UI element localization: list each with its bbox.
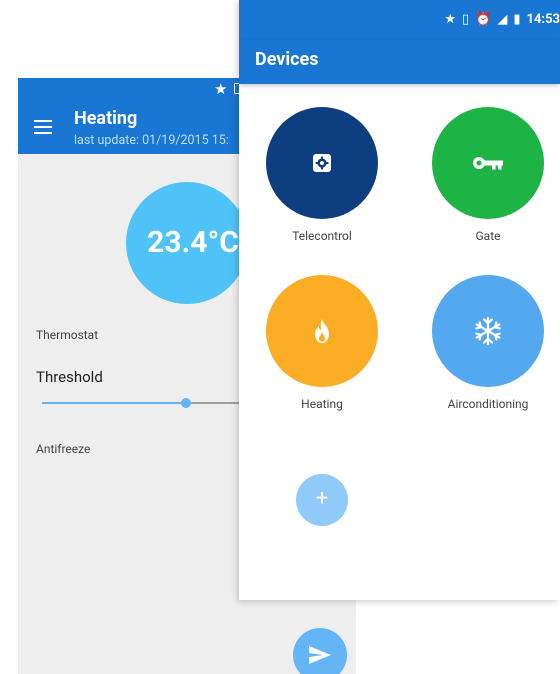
temperature-value: 23.4°C — [147, 225, 239, 260]
slider-thumb[interactable] — [181, 398, 191, 408]
key-icon — [473, 157, 503, 170]
star-icon: ★ — [214, 80, 228, 98]
flame-icon — [315, 319, 329, 343]
status-bar: ★ ▯ ⏰ ◢ ▮ 14:53 — [239, 0, 560, 40]
device-circle — [432, 275, 544, 387]
device-label: Heating — [301, 397, 343, 411]
thermostat-label: Thermostat — [36, 328, 99, 342]
page-title: Heating — [74, 108, 138, 129]
last-update-text: last update: 01/19/2015 15: — [74, 133, 229, 148]
device-circle — [432, 107, 544, 219]
slider-fill — [42, 402, 186, 404]
alarm-icon: ⏰ — [475, 12, 492, 27]
antifreeze-label: Antifreeze — [36, 442, 91, 456]
add-device-button[interactable]: + — [296, 474, 348, 526]
devices-screen: ★ ▯ ⏰ ◢ ▮ 14:53 Devices Telecontrol Gate… — [239, 0, 560, 600]
app-bar: Devices — [239, 40, 560, 84]
device-tile-telecontrol[interactable]: Telecontrol — [266, 107, 378, 243]
vibrate-icon: ▯ — [462, 12, 470, 27]
device-label: Airconditioning — [447, 397, 529, 411]
send-icon — [309, 646, 331, 664]
threshold-slider[interactable] — [42, 395, 242, 411]
star-icon: ★ — [444, 12, 456, 27]
gear-icon — [313, 154, 331, 172]
temperature-display: 23.4°C — [126, 182, 248, 304]
device-label: Gate — [475, 229, 501, 243]
device-tile-heating[interactable]: Heating — [266, 275, 378, 411]
page-title: Devices — [255, 49, 319, 70]
threshold-label: Threshold — [36, 368, 103, 386]
device-tile-gate[interactable]: Gate — [432, 107, 544, 243]
status-icons: ★ ▯ ⏰ ◢ ▮ 14:53 — [438, 12, 560, 27]
menu-icon[interactable] — [34, 120, 52, 134]
snowflake-icon — [475, 316, 501, 346]
device-circle — [266, 107, 378, 219]
device-circle — [266, 275, 378, 387]
status-time: 14:53 — [526, 12, 560, 27]
battery-icon: ▮ — [513, 12, 521, 27]
send-button[interactable] — [293, 628, 347, 674]
plus-icon: + — [315, 486, 329, 511]
device-label: Telecontrol — [292, 229, 352, 243]
signal-icon: ◢ — [497, 12, 508, 27]
device-tile-airconditioning[interactable]: Airconditioning — [432, 275, 544, 411]
